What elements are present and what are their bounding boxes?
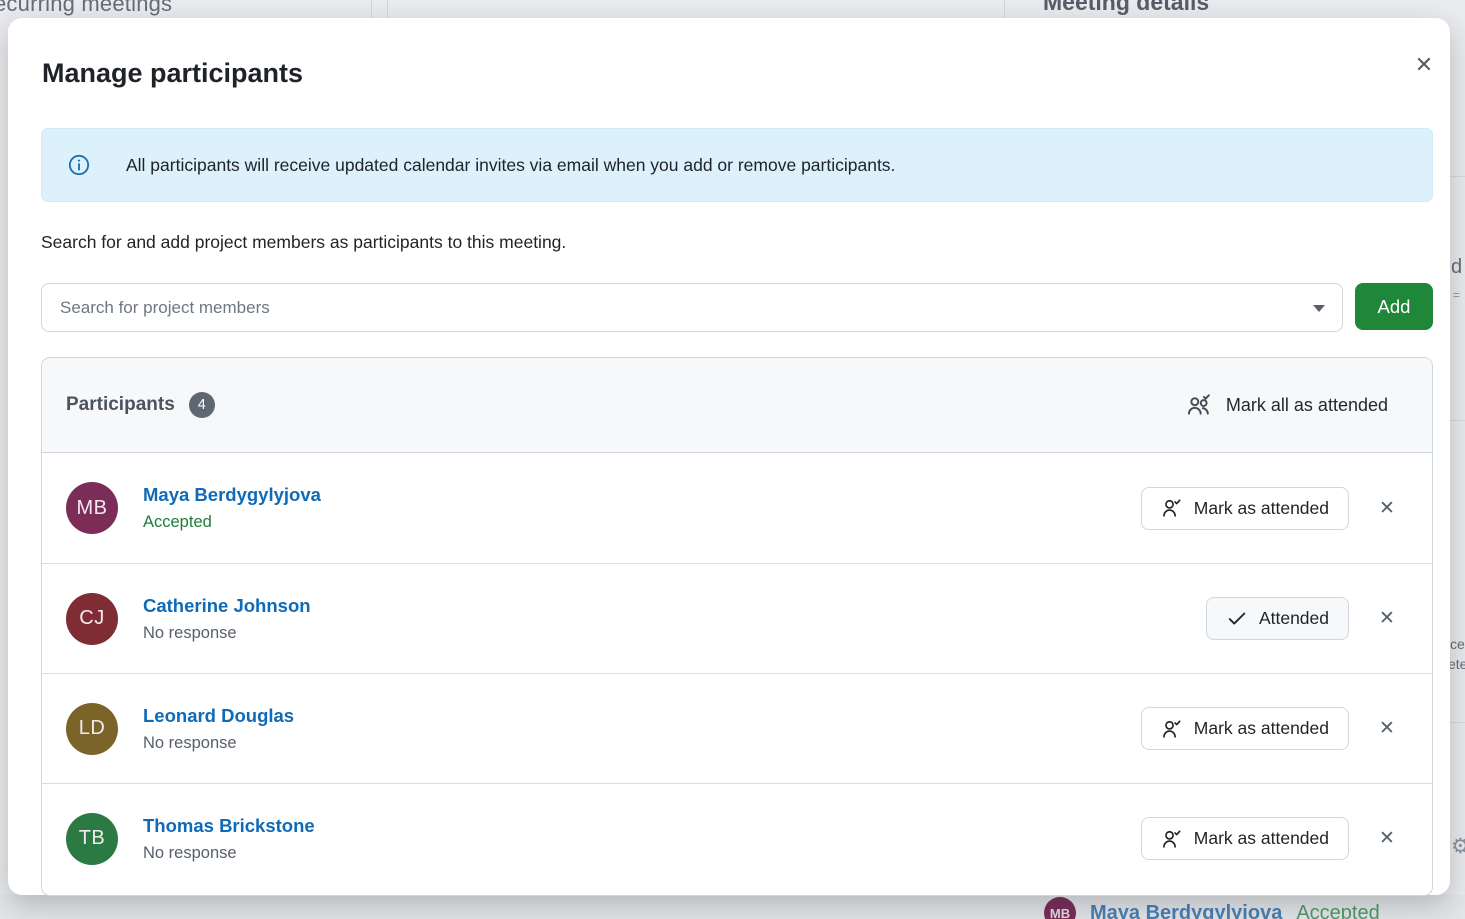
background-heading-recurring-meetings: ecurring meetings xyxy=(0,0,172,17)
background-text-fragment: = xyxy=(1453,288,1460,302)
participant-name-link[interactable]: Catherine Johnson xyxy=(143,595,311,617)
participant-name-link[interactable]: Thomas Brickstone xyxy=(143,815,315,837)
remove-participant-icon[interactable]: ✕ xyxy=(1376,827,1398,850)
manage-participants-dialog: Manage participants ✕ All participants w… xyxy=(8,18,1450,895)
dialog-title: Manage participants xyxy=(42,58,303,89)
background-text-fragment: d xyxy=(1451,256,1462,279)
participant-info: Maya Berdygylyjova Accepted xyxy=(143,484,321,532)
gear-icon: ⚙ xyxy=(1451,834,1465,859)
action-label: Mark as attended xyxy=(1194,828,1329,849)
participant-status: No response xyxy=(143,734,294,753)
mark-as-attended-button[interactable]: Mark as attended xyxy=(1141,487,1349,530)
info-icon xyxy=(68,154,90,176)
participants-header: Participants 4 Mark all as attended xyxy=(42,358,1432,453)
background-text-fragment: ete xyxy=(1448,656,1465,672)
background-divider xyxy=(1448,722,1465,723)
mark-all-attended-button[interactable]: Mark all as attended xyxy=(1187,392,1388,418)
participant-row: CJ Catherine Johnson No response Attende… xyxy=(42,563,1432,673)
participant-status: No response xyxy=(143,844,315,863)
participant-status: Accepted xyxy=(143,513,321,532)
info-banner: All participants will receive updated ca… xyxy=(41,128,1433,202)
participant-row: LD Leonard Douglas No response Mark as a… xyxy=(42,673,1432,783)
avatar: MB xyxy=(1044,897,1076,919)
participant-row: TB Thomas Brickstone No response Mark as… xyxy=(42,783,1432,893)
participant-info: Catherine Johnson No response xyxy=(143,595,311,643)
row-actions: Mark as attended ✕ xyxy=(1141,817,1408,860)
add-button[interactable]: Add xyxy=(1355,283,1433,330)
screen: ecurring meetings Meeting details l e a … xyxy=(0,0,1465,919)
search-row: Add xyxy=(41,283,1433,332)
row-actions: Mark as attended ✕ xyxy=(1141,707,1408,750)
participants-count-badge: 4 xyxy=(189,392,215,418)
background-panel-divider xyxy=(371,0,372,19)
remove-participant-icon[interactable]: ✕ xyxy=(1376,717,1398,740)
info-banner-text: All participants will receive updated ca… xyxy=(126,155,895,176)
action-label: Attended xyxy=(1259,608,1329,629)
person-check-icon xyxy=(1161,497,1183,519)
people-check-icon xyxy=(1187,392,1213,418)
action-label: Mark as attended xyxy=(1194,498,1329,519)
avatar: TB xyxy=(66,813,118,865)
participants-panel: Participants 4 Mark all as attended MB xyxy=(41,357,1433,896)
participant-name-link[interactable]: Maya Berdygylyjova xyxy=(143,484,321,506)
attended-button[interactable]: Attended xyxy=(1206,597,1349,640)
avatar: MB xyxy=(66,482,118,534)
participant-row: MB Maya Berdygylyjova Accepted Mark as a… xyxy=(42,453,1432,563)
background-panel-divider xyxy=(387,0,388,19)
background-participant-row: MB Maya Berdygylyjova Accepted xyxy=(1044,897,1380,919)
search-intro-text: Search for and add project members as pa… xyxy=(41,232,566,253)
avatar: LD xyxy=(66,703,118,755)
participant-name: Maya Berdygylyjova xyxy=(1090,902,1282,919)
background-divider xyxy=(1448,420,1465,421)
mark-as-attended-button[interactable]: Mark as attended xyxy=(1141,707,1349,750)
search-input[interactable] xyxy=(41,283,1343,332)
participant-status: Accepted xyxy=(1296,902,1379,919)
background-panel-divider xyxy=(1004,0,1005,19)
mark-all-attended-label: Mark all as attended xyxy=(1226,395,1388,416)
person-check-icon xyxy=(1161,828,1183,850)
chevron-down-icon[interactable] xyxy=(1313,305,1325,312)
participants-header-label: Participants xyxy=(66,394,175,416)
close-icon[interactable]: ✕ xyxy=(1410,51,1438,79)
row-actions: Attended ✕ xyxy=(1206,597,1408,640)
action-label: Mark as attended xyxy=(1194,718,1329,739)
avatar: CJ xyxy=(66,593,118,645)
check-icon xyxy=(1226,608,1248,630)
participant-info: Thomas Brickstone No response xyxy=(143,815,315,863)
participant-name-link[interactable]: Leonard Douglas xyxy=(143,705,294,727)
remove-participant-icon[interactable]: ✕ xyxy=(1376,497,1398,520)
participant-info: Leonard Douglas No response xyxy=(143,705,294,753)
person-check-icon xyxy=(1161,718,1183,740)
background-divider xyxy=(1448,176,1465,177)
remove-participant-icon[interactable]: ✕ xyxy=(1376,607,1398,630)
row-actions: Mark as attended ✕ xyxy=(1141,487,1408,530)
mark-as-attended-button[interactable]: Mark as attended xyxy=(1141,817,1349,860)
background-text-fragment: ce xyxy=(1450,636,1465,652)
participant-status: No response xyxy=(143,624,311,643)
search-combobox xyxy=(41,283,1343,332)
background-heading-meeting-details: Meeting details xyxy=(1043,0,1209,16)
